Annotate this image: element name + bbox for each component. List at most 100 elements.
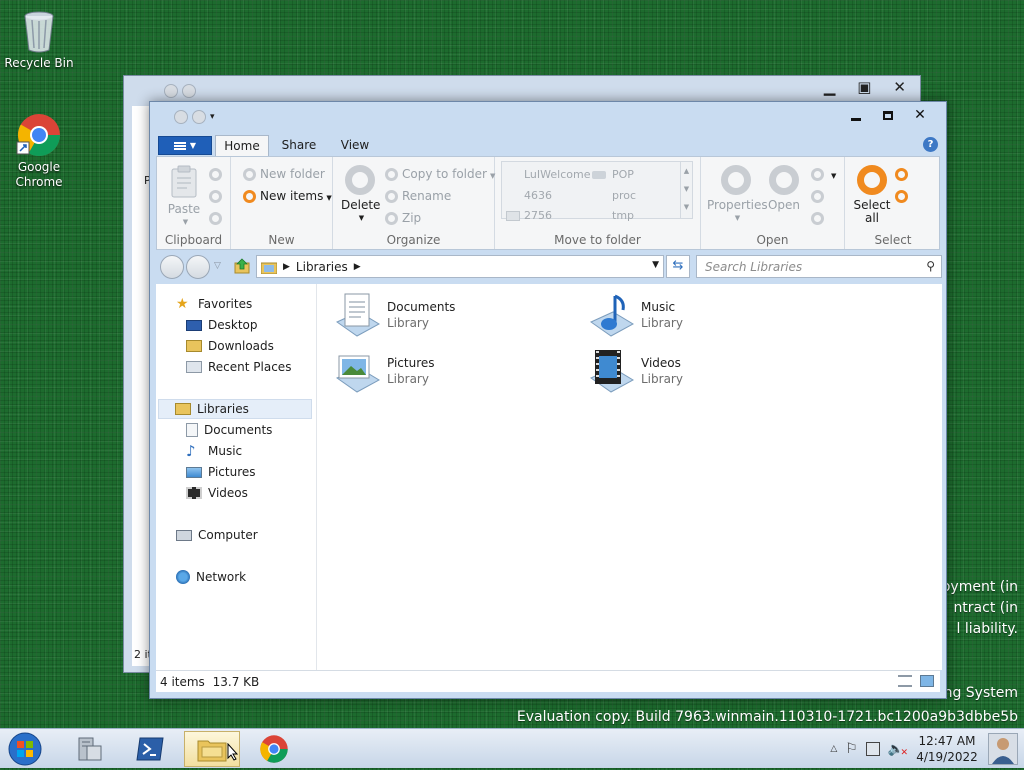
paste-button[interactable]: Paste ▼: [165, 165, 203, 229]
recycle-bin-icon: [24, 11, 54, 53]
gallery-item[interactable]: tmp: [612, 209, 634, 222]
address-bar[interactable]: ▶ Libraries ▶ ▼: [256, 255, 664, 278]
invert-selection-button[interactable]: [895, 189, 912, 203]
move-to-folder-gallery[interactable]: LuIWelcome POP 4636 proc 2756 tmp ▲ ▼ ▼: [501, 161, 693, 222]
new-folder-button[interactable]: New folder: [243, 167, 325, 181]
gallery-item[interactable]: LuIWelcome: [524, 168, 590, 181]
up-arrow-icon[interactable]: [234, 258, 250, 274]
file-menu-button[interactable]: ▼: [158, 136, 212, 155]
delete-button[interactable]: Delete ▼: [341, 165, 380, 225]
breadcrumb-libraries[interactable]: Libraries: [296, 260, 348, 274]
action-center-flag-icon[interactable]: ⚐: [845, 741, 858, 757]
breadcrumb-separator-icon[interactable]: ▶: [283, 262, 290, 272]
scroll-up-icon[interactable]: ▲: [681, 162, 692, 180]
refresh-button[interactable]: ⇆: [666, 255, 690, 278]
address-dropdown-icon[interactable]: ▼: [652, 260, 659, 270]
watermark-line: oyment (in: [941, 579, 1018, 595]
nav-item-videos[interactable]: Videos: [186, 483, 248, 503]
properties-button[interactable]: Properties ▼: [707, 165, 768, 225]
library-item-music[interactable]: Music Library: [587, 292, 827, 342]
file-menu-icon: [173, 141, 186, 150]
history-button[interactable]: [811, 189, 828, 203]
show-hidden-icons-icon[interactable]: △: [830, 744, 837, 754]
explorer-window[interactable]: ▾ ✕ ▼ Home Share View ? Paste ▼ Clipboar…: [149, 101, 947, 699]
cut-button[interactable]: [209, 167, 226, 181]
close-button[interactable]: ✕: [893, 78, 906, 96]
system-clock[interactable]: 12:47 AM 4/19/2022: [914, 733, 980, 765]
open-button[interactable]: Open: [765, 165, 803, 212]
library-item-pictures[interactable]: Pictures Library: [333, 348, 573, 398]
scroll-down-icon[interactable]: ▼: [681, 180, 692, 198]
library-item-videos[interactable]: Videos Library: [587, 348, 827, 398]
gallery-item[interactable]: POP: [592, 168, 634, 181]
forward-nav-icon: [182, 84, 196, 98]
tab-share[interactable]: Share: [276, 135, 322, 156]
taskbar-server-manager[interactable]: [62, 731, 118, 767]
gallery-expand-icon[interactable]: ▼: [681, 198, 692, 216]
copy-path-button[interactable]: [209, 211, 226, 225]
qat-customize-icon[interactable]: ▾: [210, 112, 215, 122]
clock-date: 4/19/2022: [916, 750, 978, 764]
search-icon[interactable]: ⚲: [926, 259, 935, 273]
select-none-button[interactable]: [895, 167, 912, 181]
nav-item-libraries[interactable]: Libraries: [158, 399, 312, 419]
help-icon[interactable]: ?: [923, 137, 938, 152]
search-input[interactable]: Search Libraries ⚲: [696, 255, 942, 278]
taskbar-chrome[interactable]: [246, 731, 302, 767]
system-tray: △ ⚐ 🔈 ✕ 12:47 AM 4/19/2022: [830, 729, 1024, 769]
ribbon-group-move-to-folder: LuIWelcome POP 4636 proc 2756 tmp ▲ ▼ ▼ …: [495, 157, 701, 249]
watermark-build: Evaluation copy. Build 7963.winmain.1103…: [516, 709, 1018, 725]
qat-new-folder-icon[interactable]: [192, 110, 206, 124]
edit-button[interactable]: ▼: [811, 167, 836, 181]
close-button[interactable]: ✕: [904, 104, 936, 126]
maximize-button[interactable]: [872, 104, 904, 126]
copy-button[interactable]: [209, 189, 226, 203]
desktop-icon-recycle-bin[interactable]: Recycle Bin: [4, 8, 74, 71]
nav-item-network[interactable]: Network: [176, 567, 246, 587]
nav-item-desktop[interactable]: Desktop: [186, 315, 258, 335]
nav-item-label: Music: [208, 444, 243, 458]
nav-item-recent-places[interactable]: Recent Places: [186, 357, 291, 377]
library-item-documents[interactable]: Documents Library: [333, 292, 573, 342]
nav-item-documents[interactable]: Documents: [186, 420, 272, 440]
volume-muted-icon[interactable]: 🔈 ✕: [888, 742, 908, 758]
recent-locations-icon[interactable]: ▽: [214, 261, 221, 271]
nav-item-favorites[interactable]: ★ Favorites: [176, 294, 252, 314]
content-pane[interactable]: Documents Library Music Library Pictures…: [316, 284, 942, 670]
tab-home[interactable]: Home: [215, 135, 269, 156]
minimize-button[interactable]: ▁: [824, 78, 836, 96]
forward-button[interactable]: [186, 255, 210, 279]
quick-access-toolbar: ▾: [174, 110, 215, 124]
nav-item-music[interactable]: ♪ Music: [186, 441, 242, 461]
nav-item-computer[interactable]: Computer: [176, 525, 258, 545]
copy-to-folder-button[interactable]: Copy to folder ▼: [385, 167, 495, 181]
desktop-icon-chrome[interactable]: Google Chrome: [4, 112, 74, 190]
title-bar[interactable]: ▾ ✕: [150, 102, 946, 132]
details-view-icon[interactable]: [898, 675, 912, 687]
maximize-button[interactable]: ▣: [857, 78, 871, 96]
nav-item-label: Network: [196, 570, 247, 584]
tab-view[interactable]: View: [332, 135, 378, 156]
new-items-button[interactable]: New items ▼: [243, 189, 332, 203]
large-icons-view-icon[interactable]: [920, 675, 934, 687]
network-status-icon[interactable]: [865, 742, 880, 756]
qat-properties-icon[interactable]: [174, 110, 188, 124]
open-other-button[interactable]: [811, 211, 828, 225]
nav-item-downloads[interactable]: Downloads: [186, 336, 274, 356]
gallery-item[interactable]: proc: [612, 189, 636, 202]
rename-button[interactable]: Rename: [385, 189, 451, 203]
taskbar-powershell[interactable]: [122, 731, 178, 767]
gallery-scrollbar[interactable]: ▲ ▼ ▼: [680, 162, 692, 218]
zip-button[interactable]: Zip: [385, 211, 421, 225]
gallery-item[interactable]: 2756: [506, 209, 552, 222]
chevron-down-icon: ▼: [182, 218, 189, 226]
breadcrumb-separator-icon[interactable]: ▶: [354, 262, 361, 272]
nav-item-pictures[interactable]: Pictures: [186, 462, 256, 482]
start-button[interactable]: [6, 731, 44, 767]
user-avatar[interactable]: [988, 733, 1018, 765]
select-all-button[interactable]: Select all: [851, 165, 893, 225]
nav-item-label: Recent Places: [208, 360, 292, 374]
minimize-button[interactable]: [840, 104, 872, 126]
gallery-item[interactable]: 4636: [524, 189, 552, 202]
back-button[interactable]: [160, 255, 184, 279]
